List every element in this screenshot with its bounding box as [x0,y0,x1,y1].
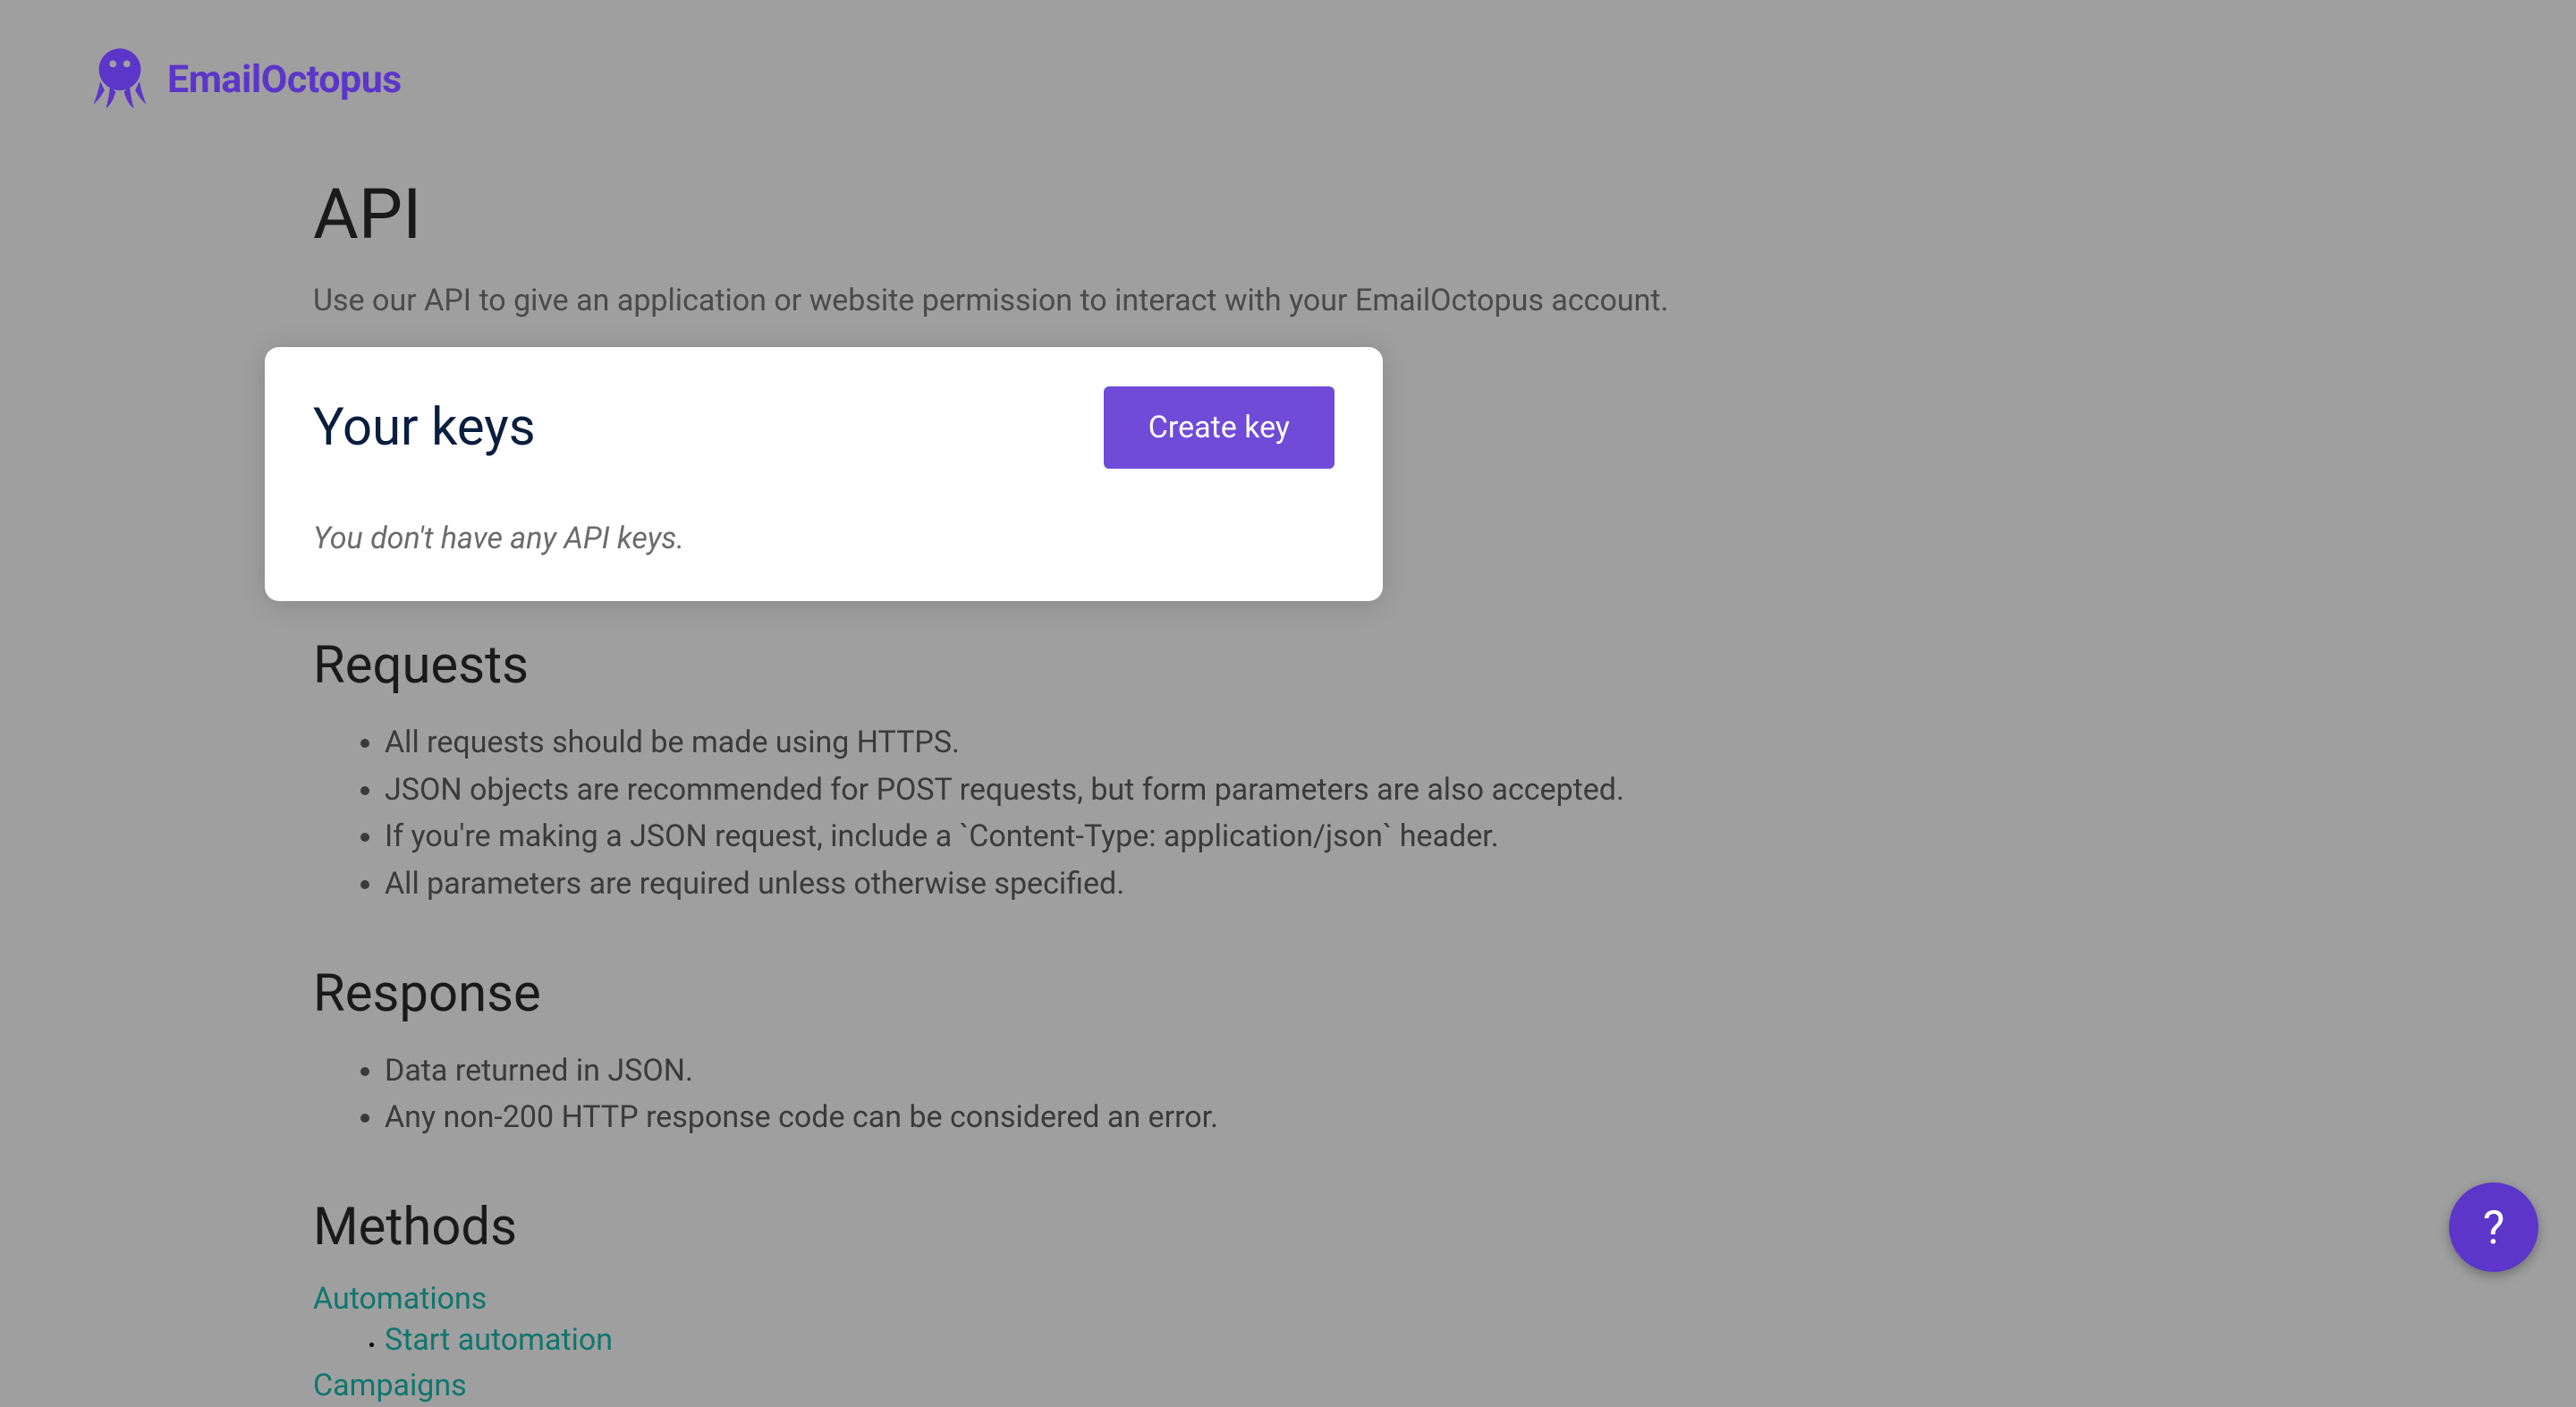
page-subtitle: Use our API to give an application or we… [313,283,2281,318]
requests-heading: Requests [313,635,2281,696]
help-button[interactable]: ? [2449,1182,2538,1272]
methods-heading: Methods [313,1197,2281,1258]
methods-list: Automations Start automation Campaigns [313,1281,2281,1403]
method-link-start-automation[interactable]: Start automation [385,1317,613,1364]
requests-list: All requests should be made using HTTPS.… [313,719,2281,908]
api-keys-card: Your keys Create key You don't have any … [265,347,1383,601]
question-mark-icon: ? [2483,1200,2505,1255]
brand-name: EmailOctopus [167,57,402,102]
card-header: Your keys Create key [313,386,1335,469]
main-content: API Use our API to give an application o… [313,174,2281,1407]
response-heading: Response [313,963,2281,1024]
list-item: All parameters are required unless other… [385,860,2281,908]
list-item: Any non-200 HTTP response code can be co… [385,1094,2281,1141]
response-list: Data returned in JSON. Any non-200 HTTP … [313,1047,2281,1141]
list-item: JSON objects are recommended for POST re… [385,767,2281,814]
list-item: All requests should be made using HTTPS. [385,719,2281,767]
list-item: Data returned in JSON. [385,1047,2281,1095]
octopus-icon [85,43,155,116]
method-group-automations[interactable]: Automations [313,1281,487,1317]
create-key-button[interactable]: Create key [1104,386,1335,469]
empty-keys-message: You don't have any API keys. [313,521,1335,556]
page-title: API [313,174,2281,256]
keys-card-title: Your keys [313,397,536,458]
method-group-campaigns[interactable]: Campaigns [313,1368,467,1403]
list-item: If you're making a JSON request, include… [385,813,2281,860]
brand-logo[interactable]: EmailOctopus [85,43,402,116]
